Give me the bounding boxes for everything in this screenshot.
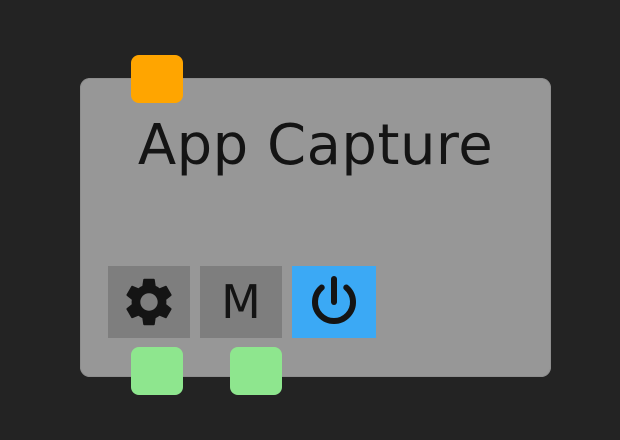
settings-button[interactable] [108,266,190,338]
node-title: App Capture [137,113,494,178]
gear-icon [126,278,172,326]
power-icon [312,275,356,325]
node-editor-canvas[interactable]: App Capture M [0,0,620,440]
input-port[interactable] [131,55,183,103]
power-button[interactable] [292,266,376,338]
mode-button[interactable]: M [200,266,282,338]
output-port-2[interactable] [230,347,282,395]
mode-button-label: M [221,275,261,329]
output-port-1[interactable] [131,347,183,395]
